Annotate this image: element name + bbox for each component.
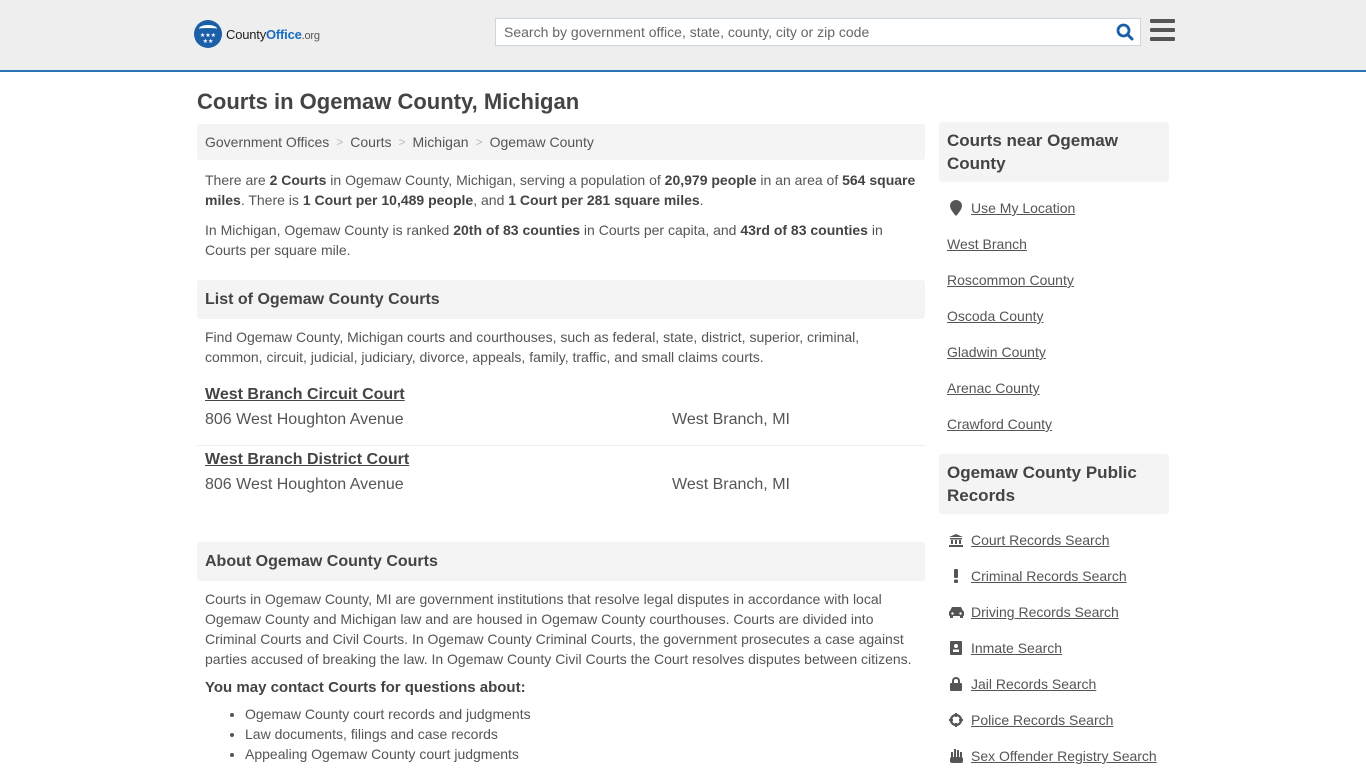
main-content: Government Offices > Courts > Michigan >… [197,124,925,764]
search-input[interactable] [496,19,1110,45]
courts-list: West Branch Circuit Court 806 West Hough… [197,381,925,511]
records-item: Driving Records Search [947,594,1161,630]
public-records-list: Court Records Search Criminal Records Se… [939,522,1169,774]
breadcrumb: Government Offices > Courts > Michigan >… [197,124,925,160]
nearby-court-item: Gladwin County [947,334,1161,370]
records-item: Criminal Records Search [947,558,1161,594]
nearby-court-link[interactable]: Arenac County [947,380,1040,396]
public-records-heading: Ogemaw County Public Records [939,454,1169,514]
nearby-court-item: Arenac County [947,370,1161,406]
list-section-description: Find Ogemaw County, Michigan courts and … [205,329,860,365]
court-name-link[interactable]: West Branch Circuit Court [205,386,405,404]
nearby-court-link[interactable]: Crawford County [947,416,1052,432]
police-records-search-link[interactable]: Police Records Search [971,712,1113,728]
contact-heading: You may contact Courts for questions abo… [205,679,526,696]
nearby-court-item: Crawford County [947,406,1161,442]
breadcrumb-separator: > [336,135,344,149]
records-item: Police Records Search [947,702,1161,738]
breadcrumb-michigan[interactable]: Michigan [413,134,469,150]
records-item: Inmate Search [947,630,1161,666]
nearby-court-link[interactable]: Oscoda County [947,308,1044,324]
court-list-item: West Branch District Court 806 West Houg… [197,446,925,511]
use-my-location-link[interactable]: Use My Location [971,200,1075,216]
contact-topic-item: Ogemaw County court records and judgment… [245,704,925,724]
search-bar [495,18,1141,46]
map-marker-icon [947,200,965,216]
nearby-court-item: Roscommon County [947,262,1161,298]
nearby-court-link[interactable]: Roscommon County [947,272,1074,288]
breadcrumb-courts[interactable]: Courts [350,134,391,150]
breadcrumb-separator: > [398,135,406,149]
site-logo[interactable]: ★★★ ★★ CountyOffice.org [194,20,320,48]
court-records-search-link[interactable]: Court Records Search [971,532,1110,548]
contact-topics-list: Ogemaw County court records and judgment… [197,704,925,764]
criminal-records-search-link[interactable]: Criminal Records Search [971,568,1127,584]
court-address: 806 West Houghton Avenue [205,411,404,428]
intro-ranking-paragraph: In Michigan, Ogemaw County is ranked 20t… [205,222,883,258]
use-my-location-item: Use My Location [947,190,1161,226]
exclamation-icon [947,569,965,583]
nearby-courts-list: Use My Location West Branch Roscommon Co… [939,190,1169,442]
records-item: Court Records Search [947,522,1161,558]
nearby-court-item: West Branch [947,226,1161,262]
page-title: Courts in Ogemaw County, Michigan [197,89,580,114]
sex-offender-registry-search-link[interactable]: Sex Offender Registry Search [971,748,1157,764]
search-button[interactable] [1110,19,1140,45]
nearby-court-link[interactable]: Gladwin County [947,344,1046,360]
logo-text: CountyOffice.org [226,26,320,42]
court-name-link[interactable]: West Branch District Court [205,451,409,469]
court-city: West Branch, MI [672,476,790,493]
court-address: 806 West Houghton Avenue [205,476,404,493]
breadcrumb-separator: > [475,135,483,149]
site-header: ★★★ ★★ CountyOffice.org [0,0,1366,72]
car-icon [947,606,965,618]
hand-icon [947,749,965,763]
crosshairs-icon [947,713,965,727]
nearby-courts-heading: Courts near Ogemaw County [939,122,1169,182]
court-list-item: West Branch Circuit Court 806 West Hough… [197,381,925,446]
nearby-court-link[interactable]: West Branch [947,236,1027,252]
court-city: West Branch, MI [672,411,790,428]
inmate-search-link[interactable]: Inmate Search [971,640,1062,656]
about-section-body: Courts in Ogemaw County, MI are governme… [205,591,912,667]
courthouse-icon [947,533,965,547]
driving-records-search-link[interactable]: Driving Records Search [971,604,1119,620]
sidebar: Courts near Ogemaw County Use My Locatio… [939,122,1169,774]
intro-stats-paragraph: There are 2 Courts in Ogemaw County, Mic… [205,172,916,208]
about-section-heading: About Ogemaw County Courts [197,542,925,581]
lock-icon [947,677,965,691]
breadcrumb-ogemaw-county[interactable]: Ogemaw County [490,134,594,150]
nearby-court-item: Oscoda County [947,298,1161,334]
search-icon [1116,23,1134,41]
breadcrumb-government-offices[interactable]: Government Offices [205,134,329,150]
records-item: Sex Offender Registry Search [947,738,1161,774]
hamburger-menu-icon[interactable] [1150,19,1175,41]
id-badge-icon [947,641,965,655]
jail-records-search-link[interactable]: Jail Records Search [971,676,1096,692]
list-section-heading: List of Ogemaw County Courts [197,280,925,319]
eagle-logo-icon: ★★★ ★★ [194,20,222,48]
records-item: Jail Records Search [947,666,1161,702]
contact-topic-item: Appealing Ogemaw County court judgments [245,744,925,764]
contact-topic-item: Law documents, filings and case records [245,724,925,744]
